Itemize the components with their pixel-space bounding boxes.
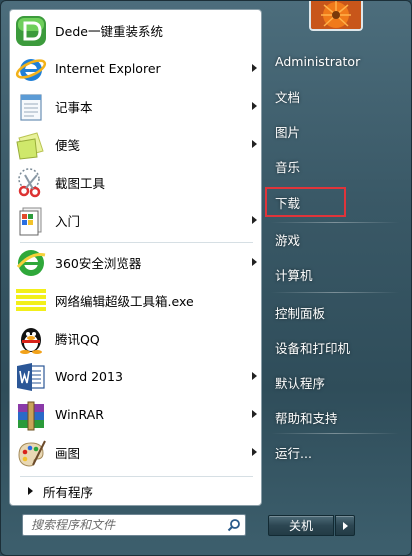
program-getting-started[interactable]: 入门 <box>12 202 259 239</box>
submenu-arrow-icon[interactable] <box>252 140 257 148</box>
right-item-pictures[interactable]: 图片 <box>265 118 403 144</box>
word-icon <box>15 361 47 393</box>
search-input[interactable] <box>23 517 223 533</box>
360-browser-icon <box>15 247 47 279</box>
snipping-tool-icon <box>15 167 47 199</box>
submenu-arrow-icon[interactable] <box>252 448 257 456</box>
shutdown-options-button[interactable] <box>335 515 355 536</box>
submenu-arrow-icon[interactable] <box>252 410 257 418</box>
start-menu: Dede一键重装系统 Internet Explorer 记事本 便笺 截图工具… <box>0 0 412 556</box>
submenu-arrow-icon[interactable] <box>252 372 257 380</box>
right-item-run[interactable]: 运行... <box>265 439 403 465</box>
programs-pane: Dede一键重装系统 Internet Explorer 记事本 便笺 截图工具… <box>9 9 262 506</box>
submenu-arrow-icon[interactable] <box>252 64 257 72</box>
right-separator <box>271 292 399 293</box>
program-winrar[interactable]: WinRAR <box>12 396 259 433</box>
chevron-right-icon <box>342 521 348 530</box>
right-item-games[interactable]: 游戏 <box>265 226 403 252</box>
toolbox-icon <box>15 285 47 317</box>
right-separator <box>271 222 399 223</box>
program-360-browser[interactable]: 360安全浏览器 <box>12 244 259 281</box>
programs-separator <box>20 242 253 243</box>
right-item-music[interactable]: 音乐 <box>265 153 403 179</box>
right-item-documents[interactable]: 文档 <box>265 83 403 109</box>
program-toolbox[interactable]: 网络编辑超级工具箱.exe <box>12 282 259 319</box>
submenu-arrow-icon[interactable] <box>252 102 257 110</box>
all-programs-arrow-icon <box>28 487 33 495</box>
right-item-downloads[interactable]: 下载 <box>265 187 346 217</box>
right-item-computer[interactable]: 计算机 <box>265 261 403 287</box>
notepad-icon <box>15 91 47 123</box>
right-item-devices-printers[interactable]: 设备和打印机 <box>265 334 403 360</box>
right-item-default-programs[interactable]: 默认程序 <box>265 369 403 395</box>
all-programs-separator <box>20 476 253 477</box>
dede-icon <box>15 15 47 47</box>
program-dede[interactable]: Dede一键重装系统 <box>12 12 259 49</box>
search-icon[interactable] <box>223 515 245 535</box>
search-box[interactable] <box>22 514 246 536</box>
program-paint[interactable]: 画图 <box>12 434 259 471</box>
paint-icon <box>15 437 47 469</box>
getting-started-icon <box>15 205 47 237</box>
program-internet-explorer[interactable]: Internet Explorer <box>12 50 259 87</box>
program-qq[interactable]: 腾讯QQ <box>12 320 259 357</box>
program-snipping-tool[interactable]: 截图工具 <box>12 164 259 201</box>
right-item-control-panel[interactable]: 控制面板 <box>265 299 403 325</box>
program-word-2013[interactable]: Word 2013 <box>12 358 259 395</box>
user-avatar[interactable] <box>309 1 363 31</box>
sticky-notes-icon <box>15 129 47 161</box>
shutdown-button[interactable]: 关机 <box>268 515 334 536</box>
submenu-arrow-icon[interactable] <box>252 258 257 266</box>
program-notepad[interactable]: 记事本 <box>12 88 259 125</box>
winrar-icon <box>15 399 47 431</box>
program-sticky-notes[interactable]: 便笺 <box>12 126 259 163</box>
submenu-arrow-icon[interactable] <box>252 216 257 224</box>
right-item-administrator[interactable]: Administrator <box>265 48 403 74</box>
right-separator <box>271 433 399 434</box>
right-item-help-support[interactable]: 帮助和支持 <box>265 404 403 430</box>
all-programs-button[interactable]: 所有程序 <box>12 479 259 503</box>
internet-explorer-icon <box>15 53 47 85</box>
qq-penguin-icon <box>15 323 47 355</box>
